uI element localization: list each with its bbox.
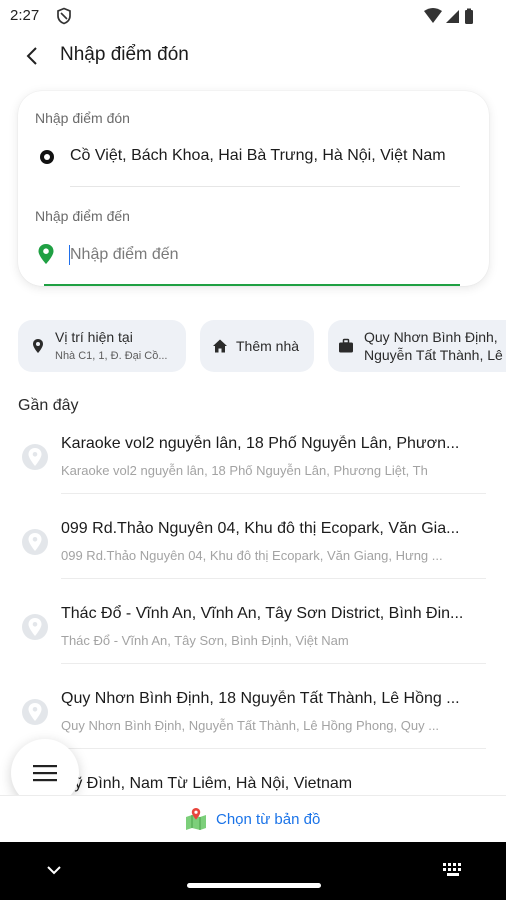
pickup-dot-icon — [40, 150, 54, 164]
keyboard-icon[interactable] — [442, 862, 464, 878]
chip-saved-place[interactable]: Quy Nhơn Bình Định, Nguyễn Tất Thành, Lê — [328, 320, 506, 372]
chevron-down-icon[interactable] — [44, 862, 64, 878]
chip-saved-line1: Quy Nhơn Bình Định, — [364, 329, 498, 345]
header: Nhập điểm đón — [0, 34, 506, 78]
divider — [61, 578, 486, 579]
shield-icon — [57, 7, 71, 25]
battery-icon — [465, 10, 473, 24]
recent-item-title: Quy Nhơn Bình Định, 18 Nguyễn Tất Thành,… — [61, 690, 460, 707]
status-time: 2:27 — [10, 7, 40, 24]
text-caret — [69, 245, 70, 265]
pickup-value: Cồ Việt, Bách Khoa, Hai Bà Trưng, Hà Nội… — [70, 147, 446, 164]
location-pin-icon — [22, 529, 48, 555]
location-pin-icon — [22, 444, 48, 470]
divider — [61, 748, 486, 749]
destination-label: Nhập điểm đến — [35, 208, 130, 224]
chip-current-title: Vị trí hiện tại — [55, 329, 133, 345]
chevron-left-icon — [26, 47, 37, 65]
pickup-field[interactable]: Cồ Việt, Bách Khoa, Hai Bà Trưng, Hà Nội… — [70, 147, 462, 169]
bottom-action-bar: Chọn từ bản đồ — [0, 795, 506, 842]
recent-section-title: Gần đây — [18, 397, 79, 414]
chip-add-home[interactable]: Thêm nhà — [200, 320, 314, 372]
choose-from-map-button[interactable]: Chọn từ bản đồ — [184, 806, 320, 832]
map-icon — [186, 808, 206, 830]
back-button[interactable] — [18, 42, 46, 70]
wifi-icon — [424, 8, 442, 23]
recent-item[interactable]: Thác Đổ - Vĩnh An, Vĩnh An, Tây Sơn Dist… — [0, 598, 506, 682]
recent-item-subtitle: 099 Rd.Thảo Nguyên 04, Khu đô thị Ecopar… — [61, 548, 443, 563]
choose-from-map-label: Chọn từ bản đồ — [216, 810, 321, 828]
location-pin-icon — [22, 614, 48, 640]
page-title: Nhập điểm đón — [60, 44, 189, 65]
status-bar: 2:27 — [0, 0, 506, 32]
chip-home-label: Thêm nhà — [236, 338, 300, 354]
home-icon — [213, 339, 227, 353]
system-nav-bar — [0, 842, 506, 900]
status-icons — [424, 8, 473, 24]
recent-item-subtitle: Quy Nhơn Bình Định, Nguyễn Tất Thành, Lê… — [61, 718, 440, 733]
quick-chips: Vị trí hiện tại Nhà C1, 1, Đ. Đại Cồ... … — [18, 320, 506, 372]
chip-current-subtitle: Nhà C1, 1, Đ. Đại Cồ... — [55, 350, 168, 362]
recent-item-title: Mỹ Đình, Nam Từ Liêm, Hà Nội, Vietnam — [61, 775, 353, 792]
home-handle[interactable] — [187, 883, 321, 888]
recent-item-subtitle: Thác Đổ - Vĩnh An, Tây Sơn, Bình Định, V… — [61, 633, 349, 648]
recent-item-subtitle: Karaoke vol2 nguyễn lân, 18 Phố Nguyễn L… — [61, 463, 428, 478]
destination-underline — [44, 284, 460, 286]
recent-item[interactable]: Karaoke vol2 nguyễn lân, 18 Phố Nguyễn L… — [0, 428, 506, 512]
recent-item-title: Karaoke vol2 nguyễn lân, 18 Phố Nguyễn L… — [61, 435, 460, 452]
chip-saved-line2: Nguyễn Tất Thành, Lê — [364, 347, 503, 363]
divider — [70, 186, 460, 187]
signal-icon — [446, 10, 459, 23]
recent-item-title: Thác Đổ - Vĩnh An, Vĩnh An, Tây Sơn Dist… — [61, 605, 464, 622]
location-pin-icon — [38, 244, 54, 264]
divider — [61, 663, 486, 664]
location-pin-icon — [22, 699, 48, 725]
briefcase-icon — [339, 338, 353, 353]
destination-input[interactable] — [70, 243, 460, 267]
divider — [61, 493, 486, 494]
route-input-card: Nhập điểm đón Cồ Việt, Bách Khoa, Hai Bà… — [18, 91, 489, 286]
menu-icon — [33, 765, 57, 782]
location-pin-icon — [33, 339, 43, 353]
recent-item[interactable]: Quy Nhơn Bình Định, 18 Nguyễn Tất Thành,… — [0, 683, 506, 767]
chip-current-location[interactable]: Vị trí hiện tại Nhà C1, 1, Đ. Đại Cồ... — [18, 320, 186, 372]
pickup-label: Nhập điểm đón — [35, 110, 130, 126]
recent-item-title: 099 Rd.Thảo Nguyên 04, Khu đô thị Ecopar… — [61, 520, 460, 537]
recent-item[interactable]: 099 Rd.Thảo Nguyên 04, Khu đô thị Ecopar… — [0, 513, 506, 597]
